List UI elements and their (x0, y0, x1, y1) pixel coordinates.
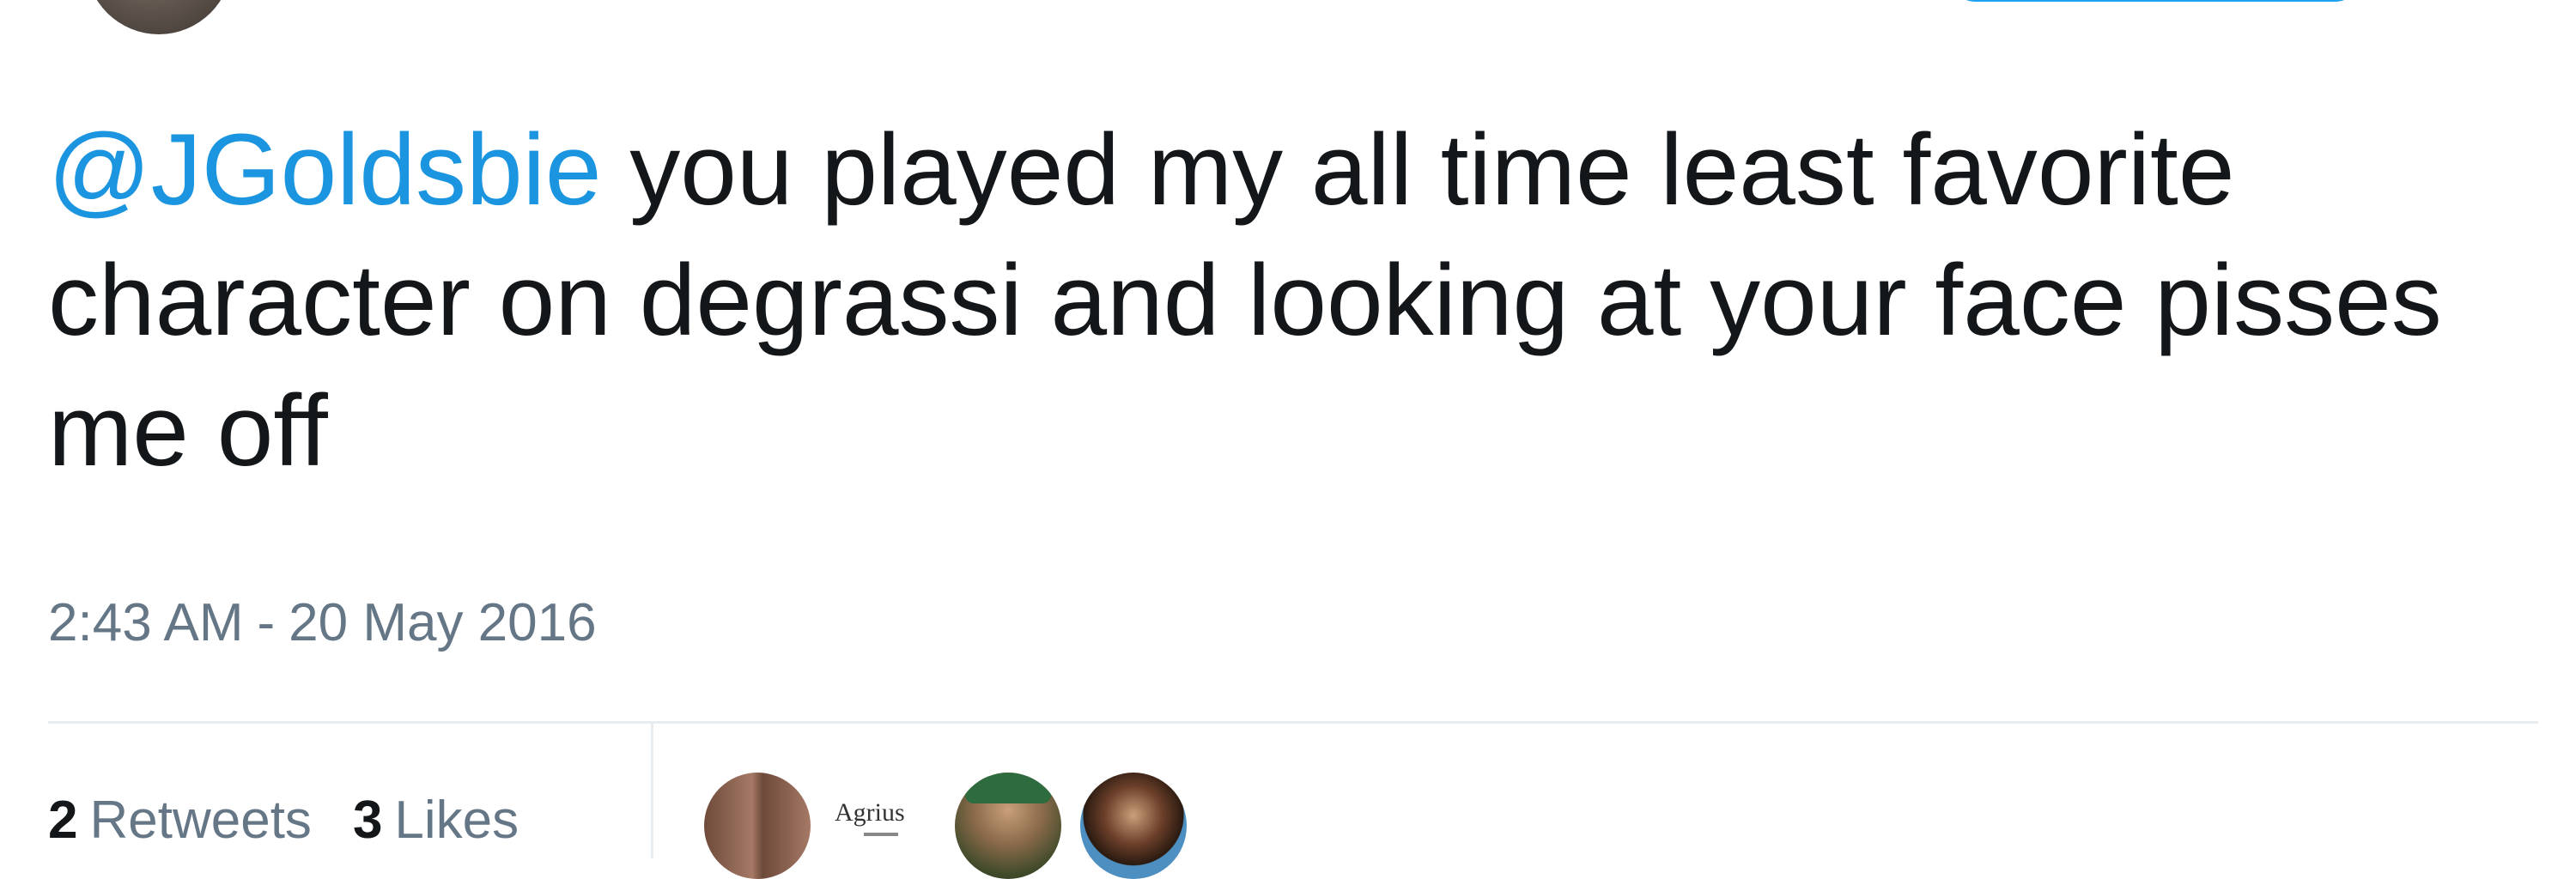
tweet-stats: 2 Retweets 3 Likes (48, 790, 519, 851)
liker-avatar-2-mark (864, 833, 898, 836)
tweet-text: @JGoldsbie you played my all time least … (48, 105, 2538, 496)
liker-avatar-1[interactable] (704, 773, 811, 879)
retweets-stat[interactable]: 2 Retweets (48, 790, 312, 851)
likes-count: 3 (352, 791, 383, 850)
tweet-date: 20 May 2016 (289, 593, 597, 652)
likes-stat[interactable]: 3 Likes (353, 790, 519, 851)
retweets-count: 2 (48, 791, 78, 850)
likes-label: Likes (394, 791, 519, 850)
tweet-time: 2:43 AM (48, 593, 244, 652)
likers-avatars: Agrius (704, 773, 1187, 879)
retweets-label: Retweets (89, 791, 312, 850)
liker-avatar-4[interactable] (1080, 773, 1187, 879)
tweet-timestamp[interactable]: 2:43 AM - 20 May 2016 (48, 592, 597, 653)
mention-link[interactable]: @JGoldsbie (48, 113, 602, 227)
follow-button[interactable] (1949, 0, 2361, 2)
timestamp-separator: - (257, 593, 276, 652)
liker-avatar-2[interactable]: Agrius (829, 773, 936, 879)
stats-divider (48, 721, 2538, 724)
liker-avatar-2-text: Agrius (835, 798, 905, 827)
author-avatar[interactable] (86, 0, 232, 34)
liker-avatar-3[interactable] (955, 773, 1061, 879)
stats-vertical-divider (651, 724, 653, 858)
